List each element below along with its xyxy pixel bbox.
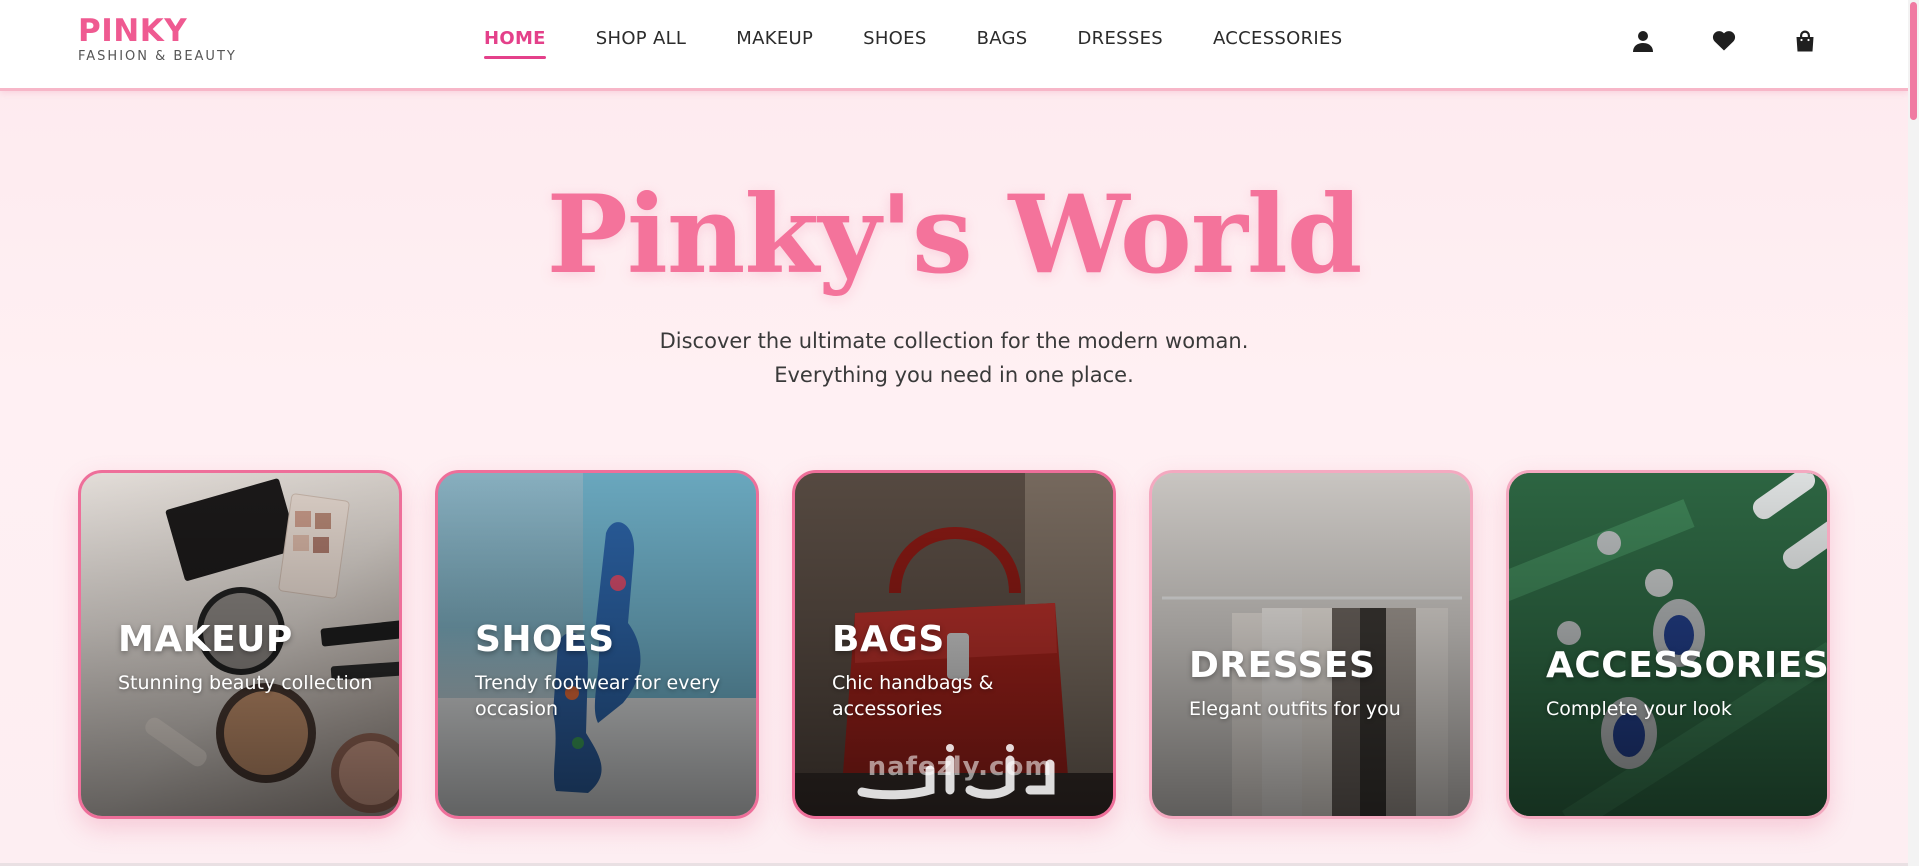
card-title: ACCESSORIES (1546, 645, 1830, 686)
nav-item-home[interactable]: HOME (484, 28, 546, 67)
category-card-accessories[interactable]: ACCESSORIES Complete your look (1506, 470, 1830, 819)
hero-title: Pinky's World (546, 172, 1363, 298)
card-title: DRESSES (1189, 645, 1376, 686)
scrollbar-thumb[interactable] (1910, 2, 1917, 120)
hero-subtitle-line-2: Everything you need in one place. (774, 363, 1134, 387)
card-description: Stunning beauty collection (118, 672, 373, 694)
hero-subtitle: Discover the ultimate collection for the… (0, 324, 1908, 392)
card-description: Chic handbags & accessories (832, 672, 994, 720)
brand-logo[interactable]: PINKY FASHION & BEAUTY (78, 14, 237, 64)
main-nav: HOME SHOP ALL MAKEUP SHOES BAGS DRESSES … (484, 28, 1392, 67)
card-title: MAKEUP (118, 619, 293, 660)
watermark-text: nafezly.com (867, 752, 1053, 782)
hero-subtitle-line-1: Discover the ultimate collection for the… (659, 329, 1249, 353)
card-description: Trendy footwear for every occasion (475, 672, 721, 720)
category-card-makeup[interactable]: MAKEUP Stunning beauty collection (78, 470, 402, 819)
card-description: Elegant outfits for you (1189, 698, 1401, 720)
card-description: Complete your look (1546, 698, 1732, 720)
card-title: BAGS (832, 619, 945, 660)
nav-item-shop-all[interactable]: SHOP ALL (596, 28, 686, 67)
brand-name: PINKY (78, 13, 188, 49)
category-card-shoes[interactable]: SHOES Trendy footwear for every occasion (435, 470, 759, 819)
site-header: PINKY FASHION & BEAUTY HOME SHOP ALL MAK… (0, 0, 1908, 91)
page-scrollbar[interactable] (1908, 0, 1919, 866)
nav-item-accessories[interactable]: ACCESSORIES (1213, 28, 1342, 67)
nav-item-shoes[interactable]: SHOES (863, 28, 926, 67)
card-title: SHOES (475, 619, 615, 660)
brand-tagline: FASHION & BEAUTY (78, 49, 237, 64)
nav-item-bags[interactable]: BAGS (977, 28, 1028, 67)
user-icon[interactable] (1628, 26, 1658, 56)
nav-item-makeup[interactable]: MAKEUP (736, 28, 813, 67)
category-card-dresses[interactable]: DRESSES Elegant outfits for you (1149, 470, 1473, 819)
header-actions (1628, 26, 1871, 56)
heart-icon[interactable] (1709, 26, 1739, 56)
shopping-bag-icon[interactable] (1790, 26, 1820, 56)
nav-item-dresses[interactable]: DRESSES (1077, 28, 1163, 67)
